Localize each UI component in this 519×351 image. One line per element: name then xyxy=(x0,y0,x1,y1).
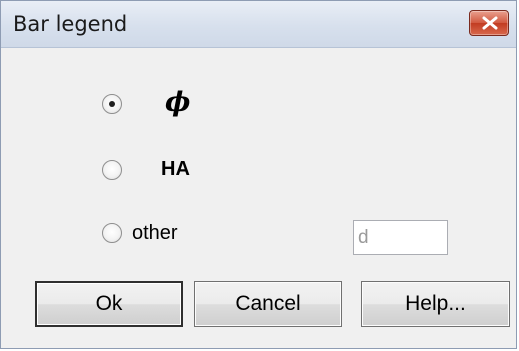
help-button[interactable]: Help... xyxy=(361,281,510,327)
close-button[interactable] xyxy=(469,10,509,36)
other-text-input[interactable] xyxy=(353,220,448,255)
radio-other[interactable] xyxy=(102,223,122,243)
label-other: other xyxy=(132,222,178,244)
cancel-button[interactable]: Cancel xyxy=(194,281,342,327)
close-icon xyxy=(482,16,498,30)
ok-button[interactable]: Ok xyxy=(35,281,183,327)
radio-ha[interactable] xyxy=(102,160,122,180)
label-ha: HA xyxy=(161,158,190,180)
label-phi: ϕ xyxy=(165,87,191,118)
radio-selected-dot xyxy=(109,101,115,107)
window-title: Bar legend xyxy=(13,12,128,36)
title-bar[interactable]: Bar legend xyxy=(1,1,516,48)
bar-legend-dialog: Bar legend ϕ HA other Ok Cancel Help... xyxy=(0,0,517,349)
radio-phi[interactable] xyxy=(102,94,122,114)
